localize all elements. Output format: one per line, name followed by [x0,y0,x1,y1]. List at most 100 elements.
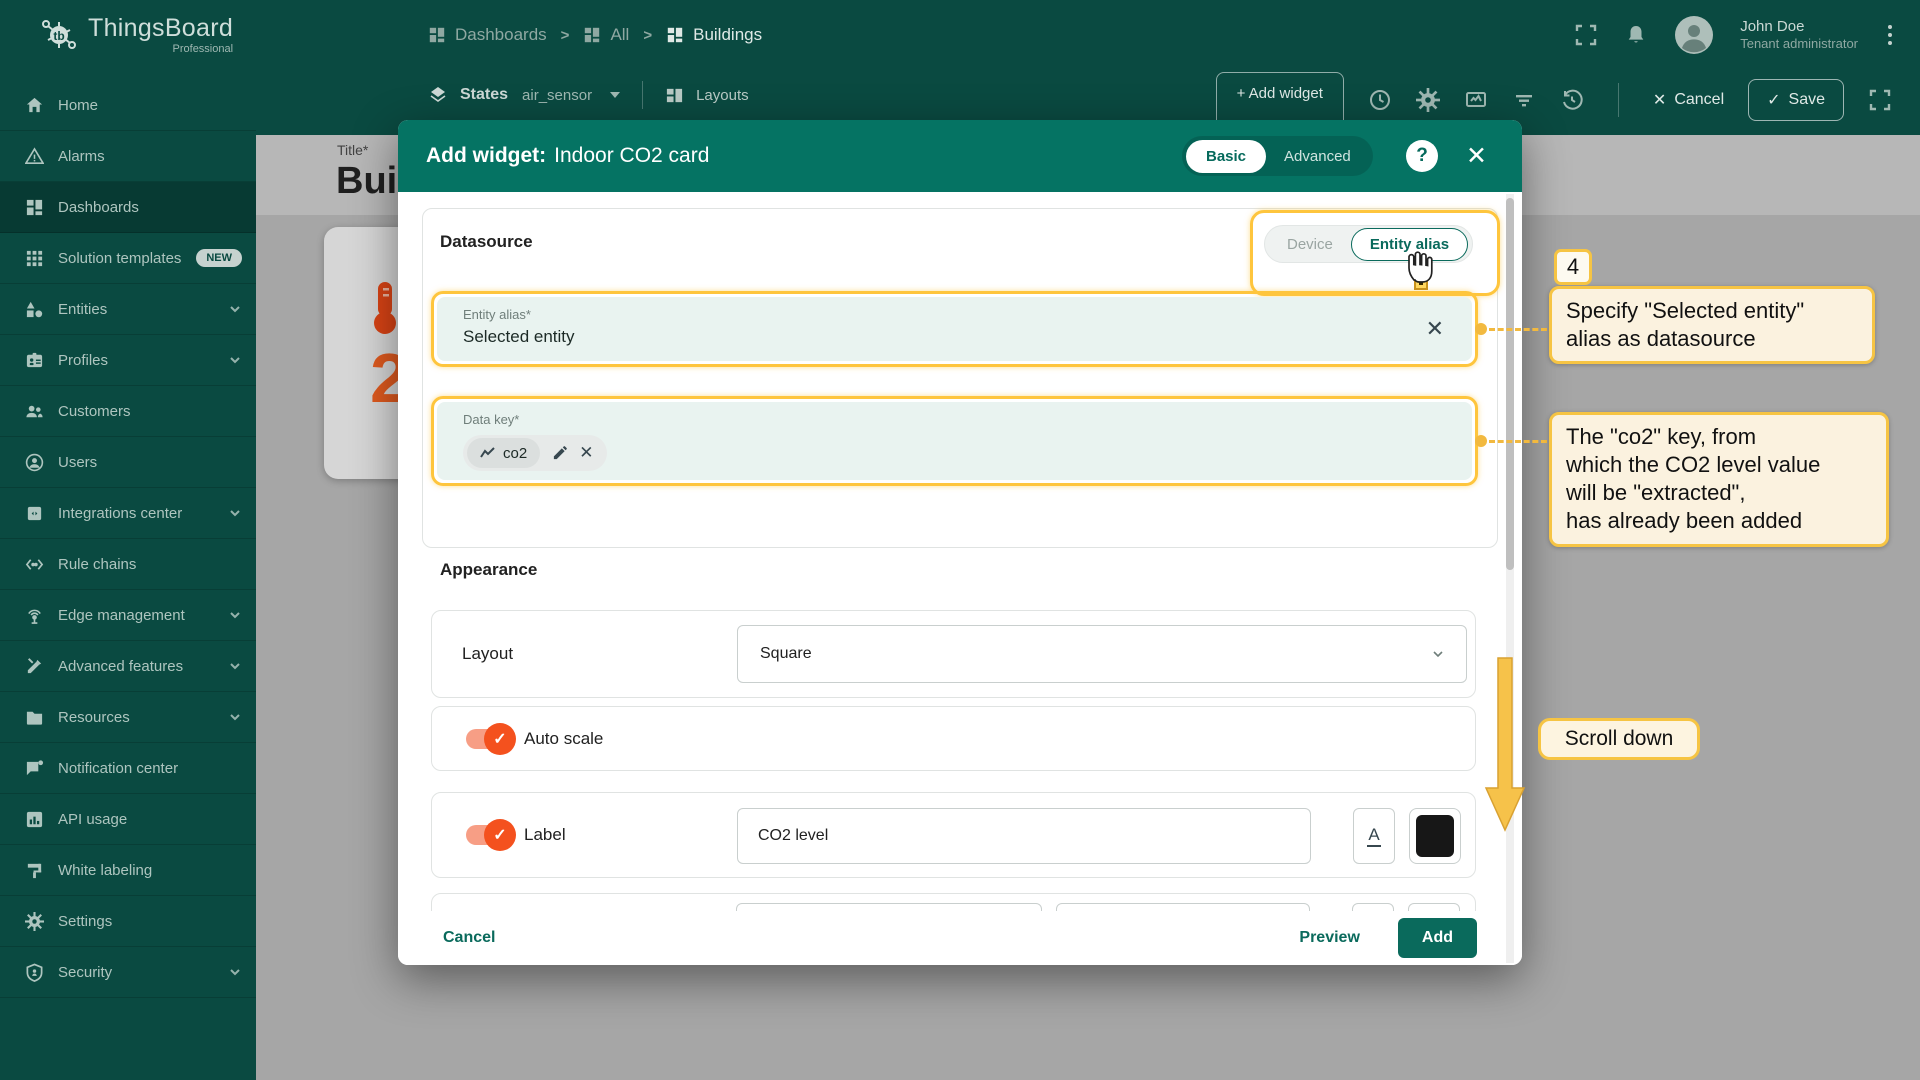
sidebar-item-advanced-features[interactable]: Advanced features [0,641,256,692]
scroll-down-arrow [1484,657,1526,832]
breadcrumb: Dashboards > All > Buildings [428,25,762,45]
sidebar-item-settings[interactable]: Settings [0,896,256,947]
alarms-icon [24,146,44,166]
sidebar-item-customers[interactable]: Customers [0,386,256,437]
notifications-bell-icon[interactable] [1624,23,1648,47]
fullscreen-icon[interactable] [1868,88,1892,112]
dashboard-icon [667,27,683,43]
breadcrumb-buildings[interactable]: Buildings [666,25,762,45]
time-window-clock-icon[interactable] [1368,88,1392,112]
auto-scale-row: ✓ Auto scale [431,706,1476,771]
dialog-footer: Cancel Preview Add [398,911,1522,965]
auto-scale-toggle[interactable]: ✓ [466,722,516,755]
clipped-next-row [431,891,1476,913]
basic-tab[interactable]: Basic [1186,139,1267,173]
sidebar-item-label: Entities [58,300,108,318]
layouts-button[interactable]: Layouts [696,87,749,104]
state-selector[interactable]: air_sensor [522,87,592,104]
data-key-chip[interactable]: co2 [467,438,541,468]
sidebar-item-label: Alarms [58,147,105,165]
layouts-icon [666,88,683,102]
sidebar-item-notification-center[interactable]: Notification center [0,743,256,794]
close-icon[interactable]: ✕ [1466,141,1487,171]
color-swatch [1416,815,1454,857]
label-text-input[interactable] [737,808,1311,864]
avatar[interactable] [1674,15,1714,55]
dashboard-settings-gear-icon[interactable] [1415,88,1440,112]
sidebar-item-label: Users [58,453,98,471]
version-history-icon[interactable] [1560,88,1584,112]
sidebar-item-resources[interactable]: Resources [0,692,256,743]
breadcrumb-label: Buildings [693,25,763,44]
save-dashboard-button[interactable]: ✓ Save [1748,79,1844,121]
sidebar-item-home[interactable]: Home [0,80,256,131]
entity-alias-field[interactable]: Entity alias* Selected entity ✕ [437,297,1472,361]
sidebar-item-alarms[interactable]: Alarms [0,131,256,182]
modal-scrollbar-thumb[interactable] [1506,198,1514,570]
filters-icon[interactable] [1512,88,1536,112]
sidebar-item-api-usage[interactable]: API usage [0,794,256,845]
sidebar-item-label: Advanced features [58,657,184,675]
sidebar-item-label: Notification center [58,759,179,777]
sidebar-item-users[interactable]: Users [0,437,256,488]
preview-button[interactable]: Preview [1299,929,1359,947]
cancel-edit-button[interactable]: ✕ Cancel [1653,90,1724,110]
sidebar-item-dashboards[interactable]: Dashboards [0,182,256,233]
fullscreen-icon[interactable] [1574,23,1598,47]
sidebar-item-white-labeling[interactable]: White labeling [0,845,256,896]
label-color-picker[interactable] [1409,808,1461,864]
data-key-highlight: Data key* co2 ✕ [431,396,1478,486]
dashboard-icon [585,27,600,43]
breadcrumb-dashboards[interactable]: Dashboards [428,25,547,45]
label-toggle[interactable]: ✓ [466,819,516,851]
cancel-button[interactable]: Cancel [443,929,495,947]
sidebar-item-solution-templates[interactable]: Solution templates NEW [0,233,256,284]
connector-dot [1475,435,1487,447]
app-name: ThingsBoard [88,13,234,42]
add-button[interactable]: Add [1397,918,1477,958]
sidebar-item-security[interactable]: Security [0,947,256,998]
breadcrumb-separator: > [643,26,653,44]
app-logo[interactable]: tb ThingsBoard Professional [0,0,256,70]
mode-toggle: Basic Advanced [1182,136,1373,176]
sidebar-item-label: Security [58,963,113,981]
sidebar-item-edge-management[interactable]: Edge management [0,590,256,641]
sidebar-item-entities[interactable]: Entities [0,284,256,335]
caret-down-icon[interactable] [610,92,621,98]
layout-select[interactable]: Square [737,625,1467,683]
clear-entity-alias-icon[interactable]: ✕ [1426,316,1444,342]
dialog-title: Add widget: Indoor CO2 card [426,144,709,168]
remove-key-icon[interactable]: ✕ [579,443,593,463]
title-field-label: Title* [337,142,369,158]
help-icon[interactable]: ? [1406,140,1438,172]
sidebar-item-label: White labeling [58,861,153,879]
entity-aliases-icon[interactable] [1464,88,1488,112]
breadcrumb-label: Dashboards [455,25,547,44]
sidebar-item-integrations-center[interactable]: Integrations center [0,488,256,539]
sidebar-item-profiles[interactable]: Profiles [0,335,256,386]
notification-center-icon [24,758,44,778]
label-font-settings-button[interactable]: A [1353,808,1395,864]
layout-label: Layout [462,644,514,663]
solution-templates-icon [24,248,44,268]
sidebar-item-label: Settings [58,912,113,930]
connector-dashed-line [1489,328,1547,331]
user-block[interactable]: John Doe Tenant administrator [1740,18,1858,53]
entity-alias-label: Entity alias* [463,307,531,322]
sidebar-item-rule-chains[interactable]: Rule chains [0,539,256,590]
dialog-title-prefix: Add widget: [426,144,547,167]
advanced-tab[interactable]: Advanced [1266,140,1369,173]
states-label: States [460,86,509,103]
white-labeling-icon [24,860,44,880]
edit-key-pencil-icon[interactable] [552,445,567,461]
device-option[interactable]: Device [1269,228,1351,261]
data-key-field[interactable]: Data key* co2 ✕ [437,402,1472,480]
kebab-menu-icon[interactable] [1884,21,1896,49]
breadcrumb-all[interactable]: All [583,25,629,45]
entity-alias-highlight: Entity alias* Selected entity ✕ [431,291,1478,367]
chevron-down-icon [230,663,240,670]
settings-gear-icon [24,911,44,931]
entity-alias-value: Selected entity [463,327,575,346]
chevron-down-icon [230,357,240,364]
auto-scale-label: Auto scale [524,728,604,748]
